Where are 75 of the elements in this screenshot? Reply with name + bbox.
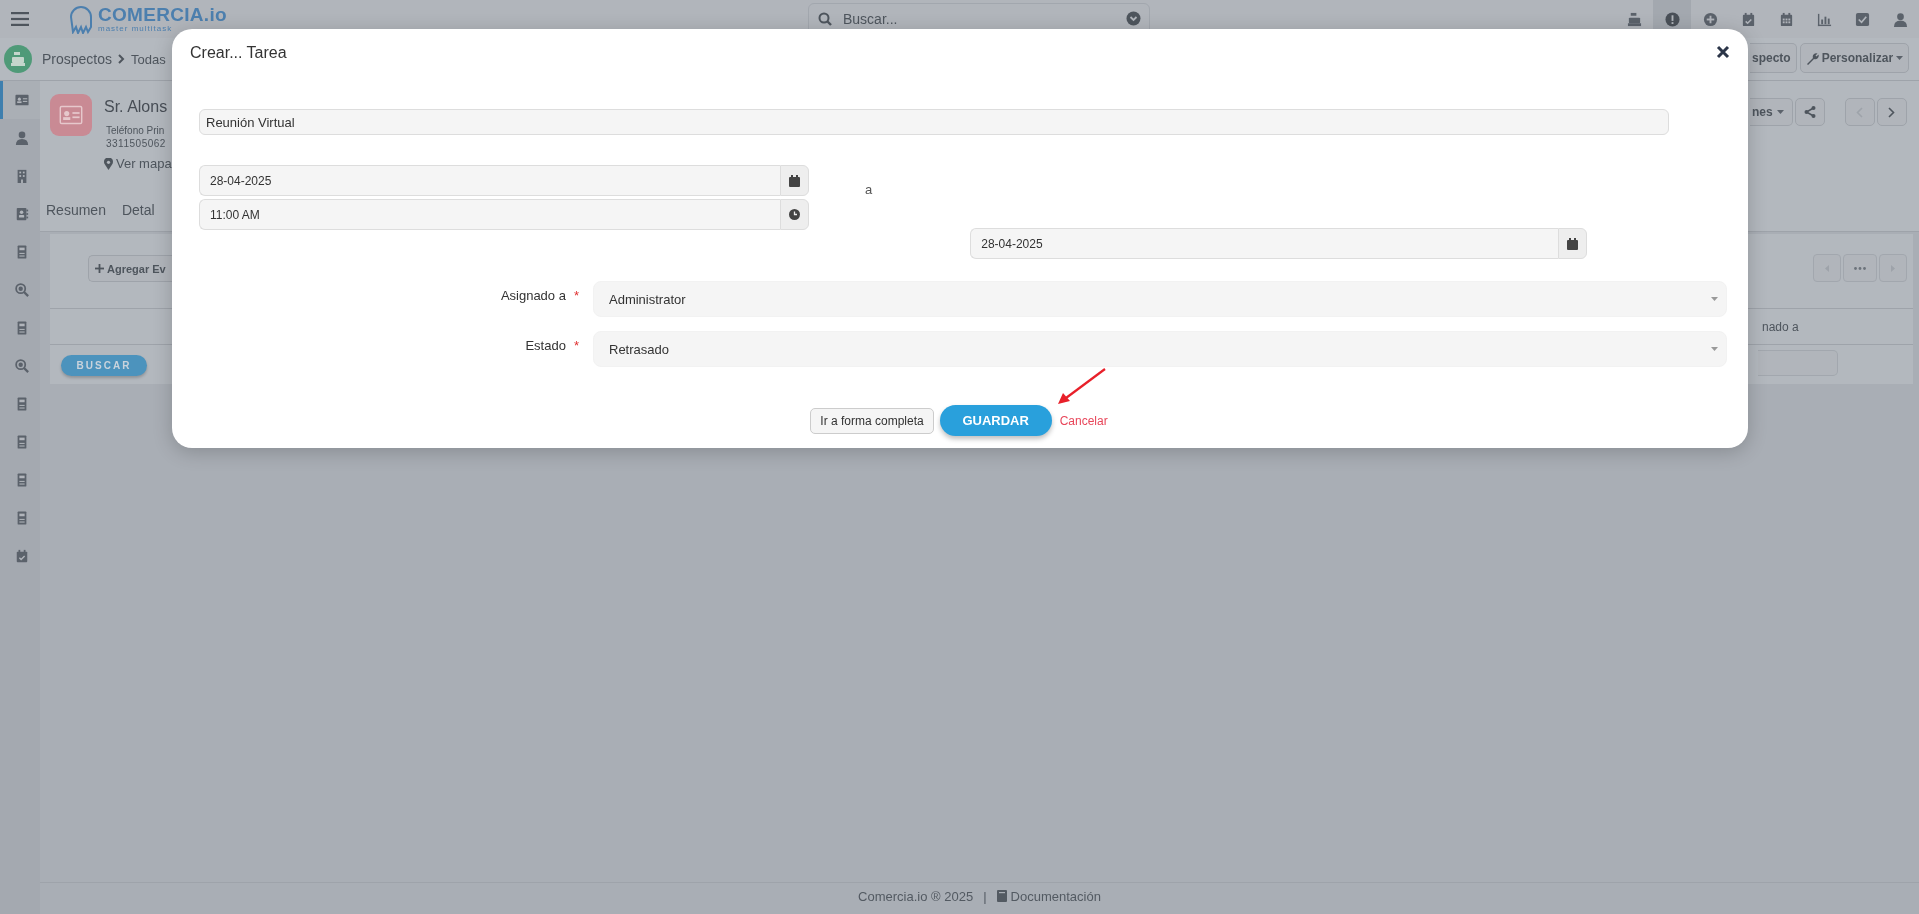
logo-tagline: master multitask — [98, 24, 174, 33]
next-button[interactable] — [1876, 98, 1907, 126]
money-search-icon[interactable] — [14, 283, 29, 297]
caret-icon — [1711, 297, 1718, 301]
select-field[interactable]: Administrator — [593, 281, 1727, 317]
user-icon[interactable] — [1892, 11, 1908, 27]
header-button[interactable]: specto — [1750, 43, 1797, 73]
menu-icon[interactable] — [11, 12, 29, 26]
logo-text: COMERCIA.io — [98, 5, 227, 24]
start-date-field[interactable]: 28-04-2025 — [199, 165, 780, 196]
calendar-check-icon[interactable] — [14, 549, 29, 563]
full-form-button[interactable]: Ir a forma completa — [810, 407, 934, 434]
required-mark: * — [573, 338, 579, 353]
required-mark: * — [573, 288, 579, 303]
copyright-text: Comercia.io ® 2025 — [858, 888, 974, 904]
end-date-field[interactable]: 28-04-2025 — [970, 228, 1559, 259]
field-label: Asignado a — [500, 288, 566, 303]
calendar-icon — [1567, 237, 1579, 250]
chevron-down-icon[interactable] — [1126, 11, 1141, 26]
select-field[interactable]: Retrasado — [593, 331, 1727, 367]
book-icon — [996, 890, 1007, 902]
record-tab[interactable]: Detal — [121, 202, 155, 218]
record-tab[interactable]: Resumen — [46, 202, 106, 218]
annotation-arrow — [1056, 367, 1108, 407]
cancel-link[interactable]: Cancelar — [1057, 413, 1110, 428]
phone-label: Teléfono Prin — [106, 125, 165, 136]
wrench-icon — [1805, 51, 1819, 65]
ellipsis-icon — [1854, 266, 1866, 270]
search-icon — [818, 12, 832, 26]
money-search-icon[interactable] — [14, 359, 29, 373]
plus-icon — [95, 264, 104, 273]
calendar-icon — [789, 174, 800, 187]
bar-chart-icon[interactable] — [1816, 11, 1832, 27]
close-icon — [1716, 45, 1730, 59]
alert-icon[interactable] — [1664, 11, 1680, 27]
add-icon[interactable] — [1702, 11, 1718, 27]
clock-icon — [789, 209, 800, 220]
share-icon — [1803, 106, 1816, 118]
octopus-logo-icon — [68, 4, 94, 34]
caret-icon — [1776, 110, 1784, 114]
map-link[interactable]: Ver mapa — [116, 156, 172, 171]
start-time-field[interactable]: 11:00 AM — [199, 199, 780, 230]
person-icon[interactable] — [14, 131, 29, 145]
field-label: Estado — [525, 338, 566, 353]
calendar-button[interactable] — [1558, 228, 1588, 259]
breadcrumb-link[interactable]: Todas — [131, 51, 166, 67]
checkbox-icon[interactable] — [1854, 11, 1870, 27]
save-button[interactable]: GUARDAR — [939, 405, 1052, 436]
calendar-icon[interactable] — [1778, 11, 1794, 27]
header-button[interactable]: Personalizar — [1799, 43, 1910, 73]
chevron-right-icon — [118, 54, 126, 64]
caret-icon — [1711, 347, 1718, 351]
search-button[interactable]: BUSCAR — [61, 355, 147, 376]
column-header: nado a — [1762, 320, 1799, 334]
share-button[interactable] — [1794, 98, 1825, 126]
breadcrumb-link[interactable]: Prospectos — [42, 51, 113, 67]
documentation-link[interactable]: Documentación — [1010, 888, 1101, 904]
id-card-icon[interactable] — [14, 93, 29, 107]
dialog-title: Crear... Tarea — [190, 44, 287, 62]
cash-register-icon[interactable] — [1626, 11, 1642, 27]
range-separator: a — [865, 182, 873, 199]
record-name: Sr. Alons — [104, 98, 168, 116]
calendar-check-icon[interactable] — [1740, 11, 1756, 27]
chevron-right-icon — [1888, 106, 1896, 118]
options-dropdown[interactable]: nes — [1750, 98, 1793, 126]
subject-field[interactable]: Reunión Virtual — [199, 109, 1669, 135]
contact-book-icon[interactable] — [14, 207, 29, 221]
cash-register-icon[interactable] — [10, 51, 26, 67]
id-card-icon — [59, 105, 83, 125]
footer-separator: | — [983, 888, 987, 904]
add-event-button[interactable]: Agregar Ev — [88, 255, 172, 282]
calendar-button[interactable] — [780, 165, 809, 196]
map-pin-icon — [104, 157, 113, 170]
clock-button[interactable] — [780, 199, 809, 230]
phone-number: 3311505062 — [106, 138, 166, 149]
